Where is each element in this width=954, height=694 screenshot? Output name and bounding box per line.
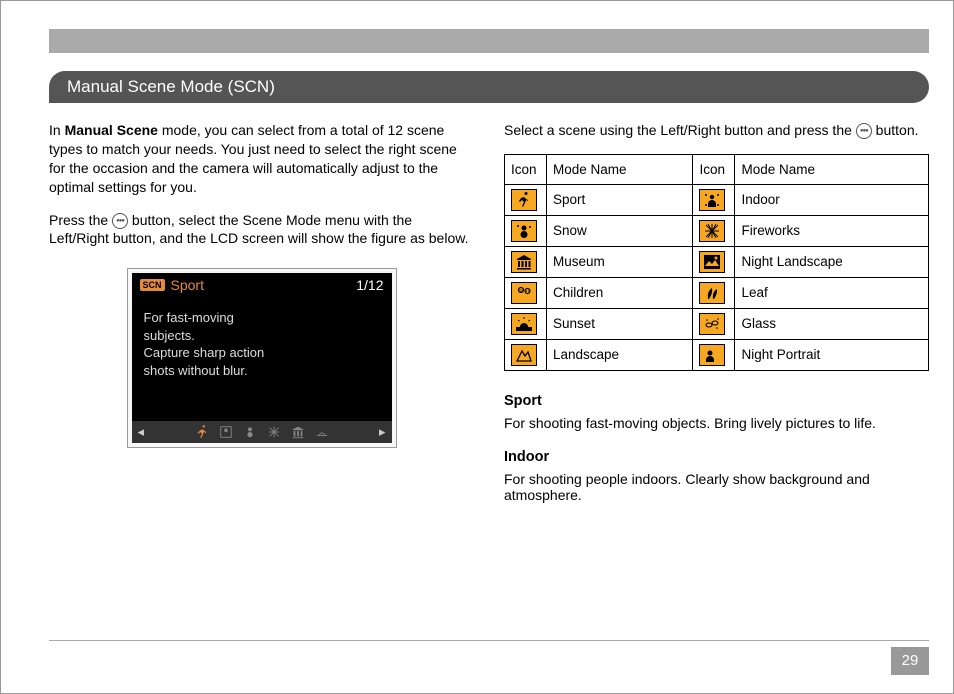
- section-title: Manual Scene Mode (SCN): [49, 71, 929, 103]
- snow-thumb-icon: [243, 425, 257, 439]
- th-icon: Icon: [693, 154, 735, 184]
- page-number: 29: [891, 647, 929, 675]
- text: Select a scene using the Left/Right butt…: [504, 122, 856, 138]
- table-header-row: Icon Mode Name Icon Mode Name: [505, 154, 929, 184]
- text: Press the: [49, 212, 112, 228]
- sunset-icon: [511, 313, 537, 335]
- intro-paragraph: In Manual Scene mode, you can select fro…: [49, 121, 474, 197]
- snow-icon: [511, 220, 537, 242]
- fireworks-icon: [699, 220, 725, 242]
- indoor-description: Indoor For shooting people indoors. Clea…: [504, 449, 929, 503]
- museum-icon: [511, 251, 537, 273]
- indoor-icon: [699, 189, 725, 211]
- table-row: Children Leaf: [505, 277, 929, 308]
- table-row: Museum Night Landscape: [505, 246, 929, 277]
- landscape-icon: [511, 344, 537, 366]
- mode-name-cell: Museum: [547, 246, 693, 277]
- text: button.: [872, 122, 919, 138]
- table-row: Snow Fireworks: [505, 215, 929, 246]
- museum-thumb-icon: [291, 425, 305, 439]
- lcd-topbar: SCN Sport 1/12: [132, 273, 392, 297]
- left-column: In Manual Scene mode, you can select fro…: [49, 121, 474, 521]
- glass-icon: [699, 313, 725, 335]
- mode-name-cell: Fireworks: [735, 215, 929, 246]
- table-row: Sport Indoor: [505, 184, 929, 215]
- scene-mode-table: Icon Mode Name Icon Mode Name Sport Indo…: [504, 154, 929, 371]
- sport-thumb-icon: [195, 425, 209, 439]
- mode-name-cell: Leaf: [735, 277, 929, 308]
- func-button-icon: [112, 213, 128, 229]
- mode-name-cell: Glass: [735, 308, 929, 339]
- lcd-mode-name: Sport: [171, 277, 204, 293]
- sport-icon: [511, 189, 537, 211]
- lcd-scn-badge: SCN: [140, 279, 165, 291]
- text: In: [49, 122, 65, 138]
- intro-bold: Manual Scene: [65, 122, 158, 138]
- mode-name-cell: Night Landscape: [735, 246, 929, 277]
- right-column: Select a scene using the Left/Right butt…: [504, 121, 929, 521]
- indoor-subhead: Indoor: [504, 449, 929, 465]
- lcd-figure: SCN Sport 1/12 For fast-moving subjects.…: [127, 268, 397, 448]
- mode-name-cell: Indoor: [735, 184, 929, 215]
- leaf-icon: [699, 282, 725, 304]
- lcd-bottombar: ◂: [132, 421, 392, 443]
- th-icon: Icon: [505, 154, 547, 184]
- night-landscape-icon: [699, 251, 725, 273]
- mode-name-cell: Sunset: [547, 308, 693, 339]
- manual-page: Manual Scene Mode (SCN) In Manual Scene …: [0, 0, 954, 694]
- chevron-right-icon: ▸: [379, 424, 386, 440]
- lcd-counter: 1/12: [356, 277, 383, 293]
- chevron-left-icon: ◂: [138, 424, 145, 440]
- lcd-description: For fast-moving subjects. Capture sharp …: [132, 297, 392, 391]
- press-paragraph: Press the button, select the Scene Mode …: [49, 211, 474, 249]
- mode-name-cell: Snow: [547, 215, 693, 246]
- sunset-thumb-icon: [315, 425, 329, 439]
- func-ok-button-icon: [856, 123, 872, 139]
- content-area: Manual Scene Mode (SCN) In Manual Scene …: [49, 71, 929, 637]
- sport-desc-text: For shooting fast-moving objects. Bring …: [504, 415, 929, 431]
- th-mode: Mode Name: [735, 154, 929, 184]
- sport-description: Sport For shooting fast-moving objects. …: [504, 393, 929, 431]
- two-column-layout: In Manual Scene mode, you can select fro…: [49, 121, 929, 521]
- mode-name-cell: Landscape: [547, 339, 693, 370]
- lcd-screen: SCN Sport 1/12 For fast-moving subjects.…: [132, 273, 392, 443]
- table-row: Sunset Glass: [505, 308, 929, 339]
- mode-name-cell: Children: [547, 277, 693, 308]
- table-row: Landscape Night Portrait: [505, 339, 929, 370]
- lcd-icon-row: [195, 425, 329, 439]
- children-icon: [511, 282, 537, 304]
- footer-divider: [49, 640, 929, 641]
- header-bar: [49, 29, 929, 53]
- mode-name-cell: Night Portrait: [735, 339, 929, 370]
- indoor-desc-text: For shooting people indoors. Clearly sho…: [504, 471, 929, 503]
- sport-subhead: Sport: [504, 393, 929, 409]
- mode-name-cell: Sport: [547, 184, 693, 215]
- fireworks-thumb-icon: [267, 425, 281, 439]
- night-portrait-icon: [699, 344, 725, 366]
- indoor-thumb-icon: [219, 425, 233, 439]
- select-paragraph: Select a scene using the Left/Right butt…: [504, 121, 929, 140]
- th-mode: Mode Name: [547, 154, 693, 184]
